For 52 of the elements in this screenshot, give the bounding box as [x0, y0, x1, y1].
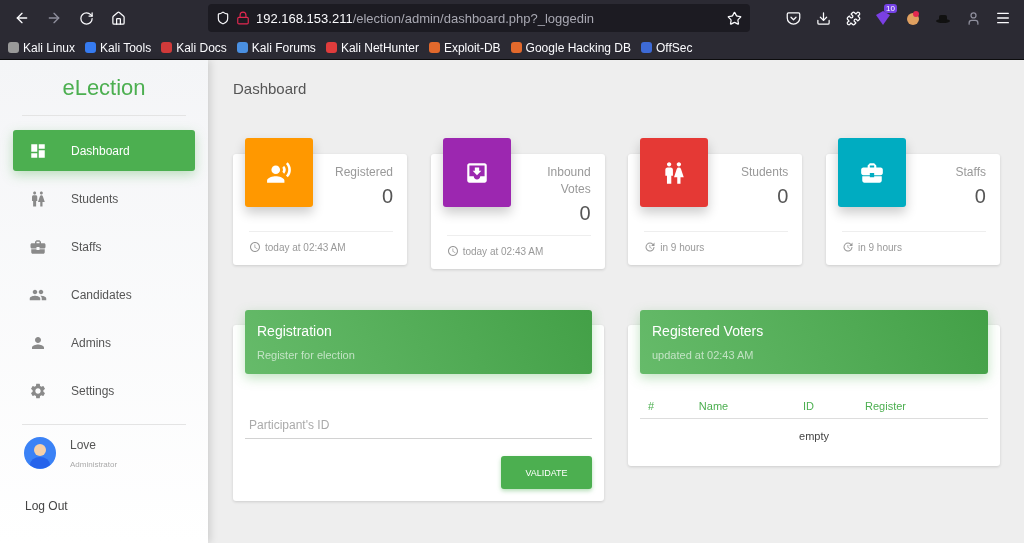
stat-value: 0	[974, 185, 986, 208]
lock-icon	[236, 11, 250, 25]
stat-footer: in 9 hours	[857, 241, 902, 253]
stat-footer: today at 02:43 AM	[462, 245, 544, 257]
column-header: #	[640, 394, 691, 419]
bookmark-link[interactable]: Kali NetHunter	[325, 40, 419, 55]
sidebar-item[interactable]: Candidates	[13, 274, 195, 315]
card-subtitle: updated at 02:43 AM	[652, 349, 755, 361]
sidebar-item[interactable]: Staffs	[13, 226, 195, 267]
logout-link[interactable]: Log Out	[13, 469, 195, 513]
bookmark-link[interactable]: OffSec	[641, 40, 693, 55]
clock-icon	[249, 241, 261, 253]
update-icon	[644, 241, 657, 253]
sidebar-item[interactable]: Students	[13, 178, 195, 219]
dashboard-icon	[29, 141, 47, 160]
bookmark-link[interactable]: Google Hacking DB	[510, 40, 631, 55]
bookmark-link[interactable]: Exploit-DB	[428, 40, 501, 55]
update-icon	[841, 241, 854, 253]
card-title: Registration	[257, 323, 333, 339]
user-role: Administrator	[70, 459, 118, 469]
shield-icon	[216, 11, 230, 25]
clock-icon	[446, 245, 459, 257]
avatar	[24, 437, 56, 469]
stat-value: 0	[381, 185, 393, 208]
stat-label: Inbound Votes	[546, 164, 591, 198]
bookmark-star-icon[interactable]	[727, 10, 742, 26]
bookmark-link[interactable]: Kali Tools	[85, 40, 152, 55]
sidebar-item[interactable]: Admins	[13, 322, 195, 363]
bookmark-link[interactable]: Kali Docs	[161, 40, 227, 55]
brand-logo: eLection	[22, 60, 186, 116]
bookmark-link[interactable]: Kali Linux	[8, 40, 76, 55]
bookmark-link[interactable]: Kali Forums	[236, 40, 316, 55]
page-title: Dashboard	[233, 80, 308, 97]
column-header: Register	[857, 394, 988, 419]
people-icon	[29, 189, 47, 208]
card-title: Registered Voters	[652, 323, 765, 339]
sidebar-item[interactable]: Settings	[13, 370, 195, 411]
user-name: Love	[70, 437, 98, 452]
card-subtitle: Register for election	[257, 349, 356, 361]
column-header: Name	[690, 394, 795, 419]
stat-value: 0	[579, 202, 591, 225]
stat-label: Registered	[334, 164, 393, 181]
settings-icon	[29, 381, 47, 400]
briefcase-icon	[29, 237, 47, 256]
stat-label: Staffs	[955, 164, 986, 181]
empty-message: empty	[640, 418, 988, 454]
address-field[interactable]: 192.168.153.211/election/admin/dashboard.php?_loggedin	[208, 4, 750, 32]
stat-footer: today at 02:43 AM	[265, 241, 346, 253]
stat-value: 0	[777, 185, 789, 208]
stat-label: Students	[740, 164, 789, 181]
column-header: ID	[795, 394, 858, 419]
stat-footer: in 9 hours	[660, 241, 705, 253]
